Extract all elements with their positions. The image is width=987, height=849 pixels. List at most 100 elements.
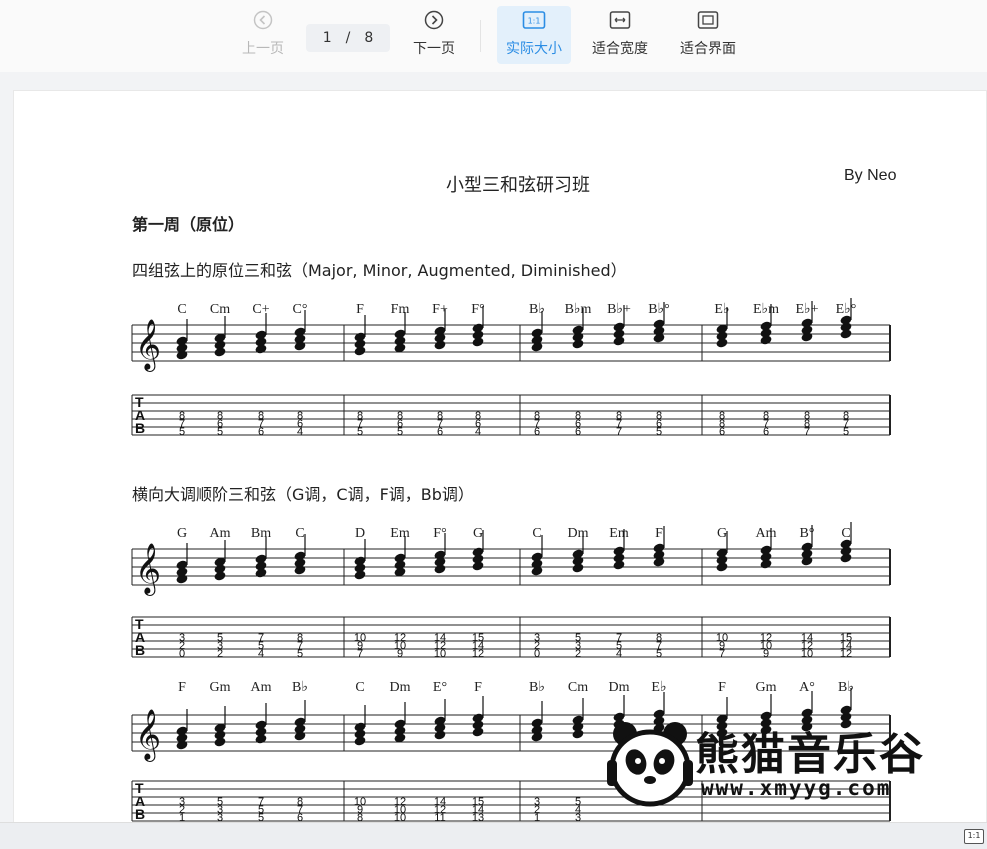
chord-label: Em	[609, 526, 629, 541]
tab-letter: B	[135, 806, 145, 822]
fit-width-label: 适合宽度	[592, 41, 648, 57]
treble-clef: 𝄞	[135, 709, 161, 762]
chord-label: F	[718, 680, 726, 695]
chord-label: C	[841, 526, 850, 541]
site-watermark: 熊猫音乐谷 www.xmyyg.com	[605, 712, 945, 812]
chord-label: Bm	[251, 526, 271, 541]
watermark-text: 熊猫音乐谷	[695, 729, 925, 780]
tab-fret-number: 10	[354, 796, 366, 808]
chord-label: E♭°	[836, 302, 857, 317]
tab-fret-number: 5	[217, 796, 223, 808]
tab-fret-number: 8	[437, 410, 443, 422]
tab-fret-number: 3	[534, 632, 540, 644]
tab-fret-number: 15	[840, 632, 852, 644]
tab-fret-number: 8	[179, 410, 185, 422]
fit-page-icon	[697, 11, 719, 29]
prev-page-button[interactable]: 上一页	[236, 6, 290, 64]
tab-fret-number: 12	[394, 796, 406, 808]
chord-label: E♭+	[795, 302, 818, 317]
tab-fret-number: 8	[656, 410, 662, 422]
chord-label: Fm	[391, 302, 410, 317]
chord-label: C+	[252, 302, 269, 317]
next-page-label: 下一页	[413, 41, 455, 57]
tab-fret-number: 15	[472, 796, 484, 808]
tab-fret-number: 8	[297, 632, 303, 644]
chord-label: E°	[433, 680, 447, 695]
tab-fret-number: 12	[394, 632, 406, 644]
chord-label: Cm	[568, 680, 588, 695]
viewer-toolbar: 上一页 1 / 8 下一页 1:1 实际大小 适合宽度 适合界面	[0, 0, 987, 72]
tab-fret-number: 8	[397, 410, 403, 422]
fit-width-button[interactable]: 适合宽度	[586, 6, 654, 64]
tab-fret-number: 7	[258, 632, 264, 644]
chord-label: Dm	[390, 680, 411, 695]
tab-fret-number: 15	[472, 632, 484, 644]
chord-label: B♭	[292, 680, 308, 695]
chord-label: F	[474, 680, 482, 695]
chord-label: F	[178, 680, 186, 695]
tab-letter: B	[135, 420, 145, 436]
chord-label: E♭m	[753, 302, 779, 317]
tab-fret-number: 8	[719, 410, 725, 422]
fit-page-button[interactable]: 适合界面	[674, 6, 742, 64]
chord-label: B♭	[529, 680, 545, 695]
chord-label: Am	[251, 680, 272, 695]
tab-fret-number: 7	[258, 796, 264, 808]
chord-label: Gm	[210, 680, 231, 695]
tab-fret-number: 8	[804, 410, 810, 422]
chord-label: F	[655, 526, 663, 541]
chord-label: G	[717, 526, 727, 541]
tab-fret-number: 8	[297, 796, 303, 808]
chord-label: B♭°	[648, 302, 670, 317]
chord-label: Am	[756, 526, 777, 541]
tab-fret-number: 8	[534, 410, 540, 422]
chord-label: D	[355, 526, 365, 541]
tab-fret-number: 5	[217, 632, 223, 644]
tab-fret-number: 8	[258, 410, 264, 422]
status-bar: 1:1	[0, 822, 987, 849]
tab-fret-number: 7	[616, 632, 622, 644]
next-page-button[interactable]: 下一页	[406, 6, 462, 64]
treble-clef: 𝄞	[135, 319, 161, 372]
chord-label: C	[355, 680, 364, 695]
chord-label: Dm	[609, 680, 630, 695]
chevron-right-icon	[424, 10, 444, 30]
chord-label: C	[295, 526, 304, 541]
tab-fret-number: 8	[297, 410, 303, 422]
tab-fret-number: 14	[801, 632, 813, 644]
chord-label: C	[177, 302, 186, 317]
tab-fret-number: 8	[357, 410, 363, 422]
tab-fret-number: 14	[434, 632, 446, 644]
tab-fret-number: 8	[763, 410, 769, 422]
tab-fret-number: 3	[179, 796, 185, 808]
chevron-left-icon	[253, 10, 273, 30]
chord-label: B♭m	[565, 302, 592, 317]
actual-size-button[interactable]: 1:1 实际大小	[497, 6, 571, 64]
actual-size-icon: 1:1	[522, 11, 546, 29]
chord-label: F	[356, 302, 364, 317]
current-page: 1	[322, 30, 332, 46]
tab-fret-number: 10	[354, 632, 366, 644]
tab-fret-number: 5	[575, 632, 581, 644]
document-viewport[interactable]: 小型三和弦研习班 By Neo 第一周（原位） 四组弦上的原位三和弦（Major…	[0, 72, 987, 822]
page-separator: /	[345, 30, 351, 46]
chord-label: Em	[390, 526, 410, 541]
tab-fret-number: 3	[179, 632, 185, 644]
tab-fret-number: 5	[575, 796, 581, 808]
fit-width-icon	[609, 11, 631, 29]
treble-clef: 𝄞	[135, 543, 161, 596]
tab-fret-number: 8	[616, 410, 622, 422]
tab-letter: B	[135, 642, 145, 658]
tab-fret-number: 8	[843, 410, 849, 422]
watermark-url: www.xmyyg.com	[701, 776, 892, 800]
tab-fret-number: 8	[217, 410, 223, 422]
chord-label: G	[177, 526, 187, 541]
svg-text:1:1: 1:1	[528, 17, 541, 26]
zoom-indicator[interactable]: 1:1	[964, 829, 984, 844]
tab-fret-number: 10	[716, 632, 728, 644]
chord-label: G	[473, 526, 483, 541]
panda-logo-icon	[607, 722, 693, 807]
chord-label: Cm	[210, 302, 230, 317]
page-indicator[interactable]: 1 / 8	[306, 24, 390, 52]
chord-label: B♭+	[607, 302, 631, 317]
